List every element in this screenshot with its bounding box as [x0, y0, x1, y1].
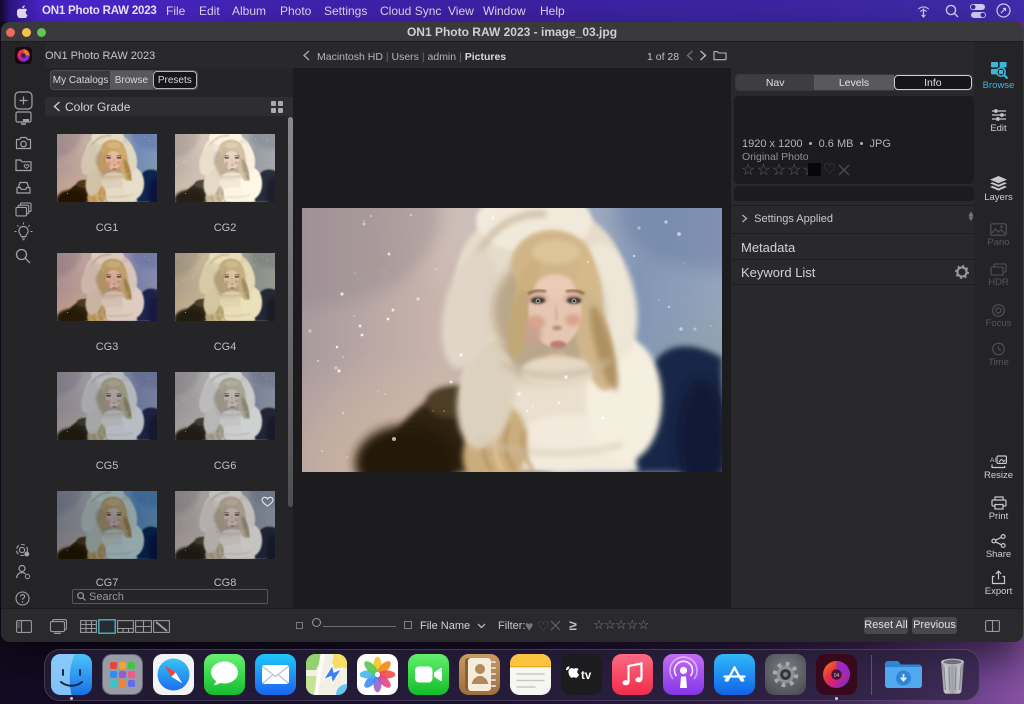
svg-text:AI: AI	[990, 457, 996, 464]
svg-text:04: 04	[833, 673, 839, 679]
svg-text:tv: tv	[581, 670, 592, 682]
